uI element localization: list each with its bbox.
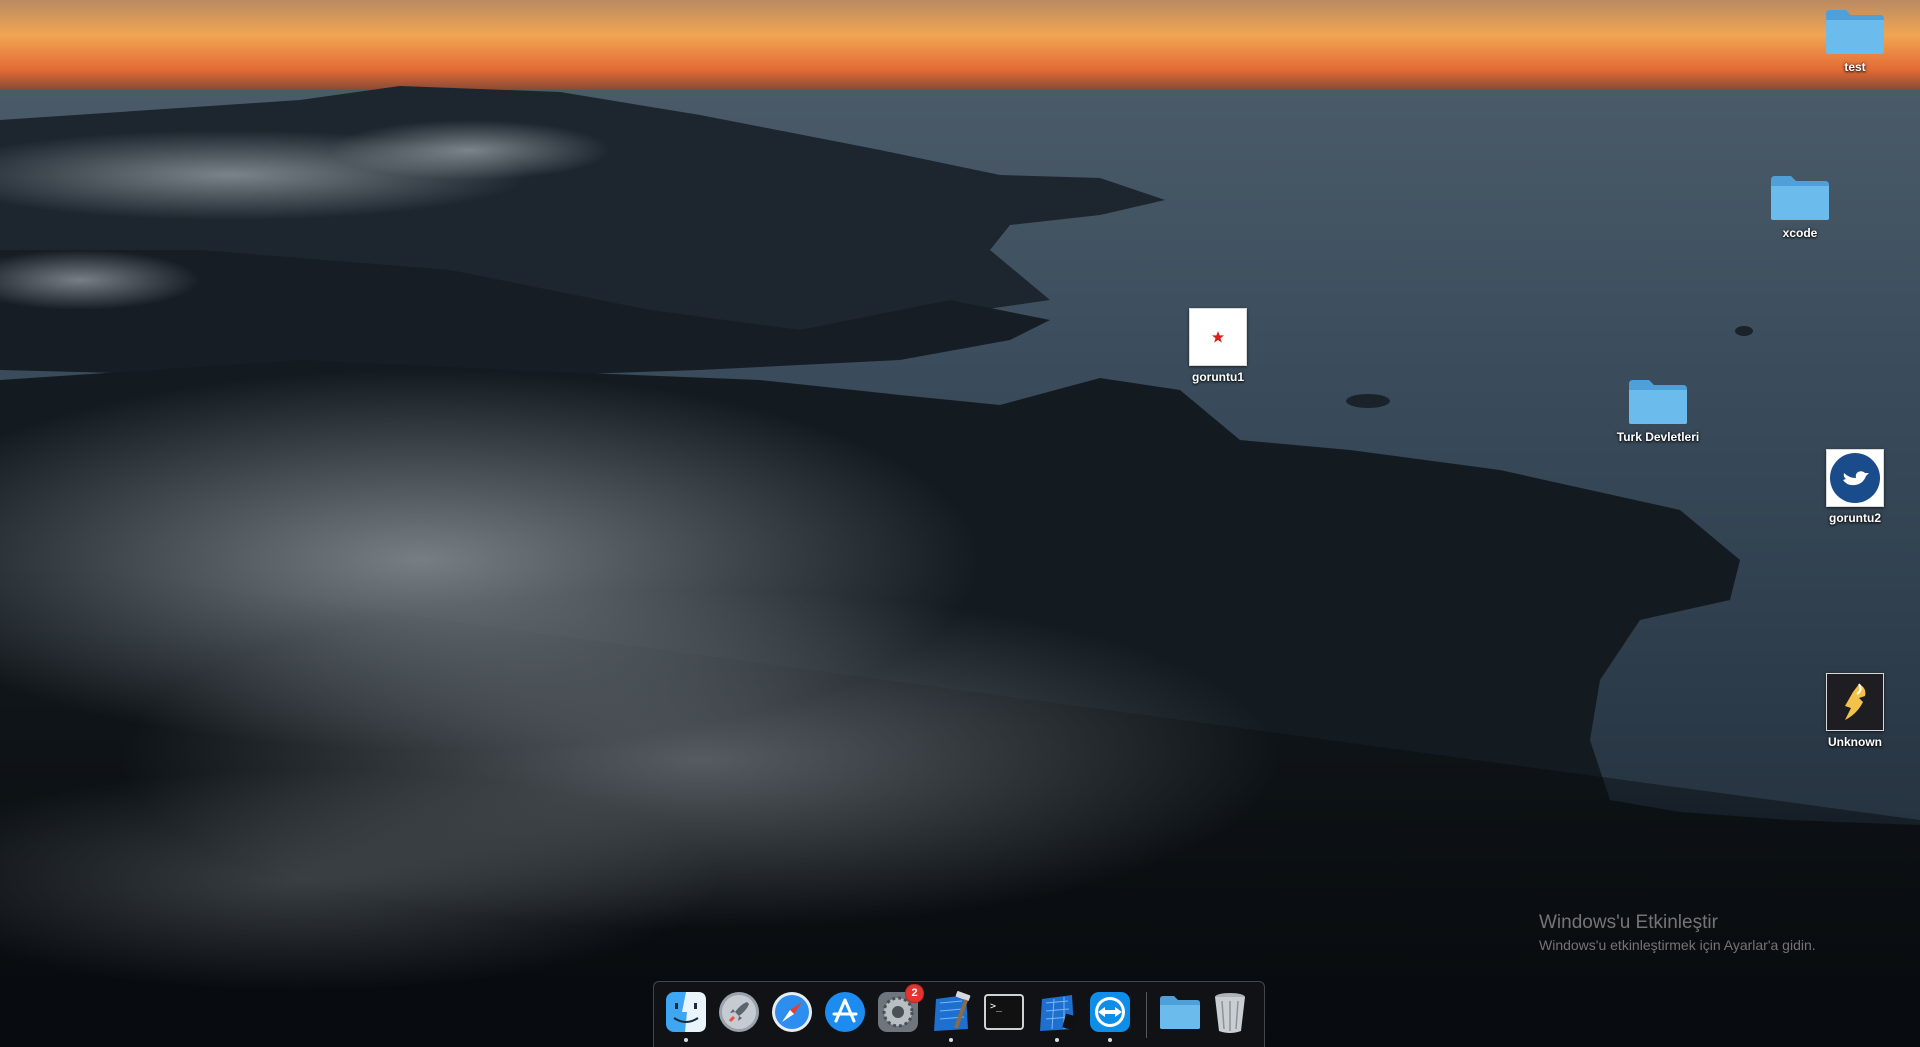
desktop-folder-xcode[interactable]: xcode: [1745, 172, 1855, 240]
bird-logo-icon: [1826, 449, 1884, 507]
teamviewer-icon: [1090, 992, 1130, 1032]
folder-icon: [1771, 176, 1829, 220]
desktop-folder-test[interactable]: test: [1800, 6, 1910, 74]
folder-icon: [1160, 996, 1200, 1029]
dock-item-downloads-folder[interactable]: [1157, 989, 1203, 1035]
desktop-file-goruntu1[interactable]: goruntu1: [1163, 308, 1273, 384]
running-indicator: [949, 1038, 953, 1042]
dock-item-teamviewer[interactable]: [1087, 989, 1133, 1042]
dock-item-terminal[interactable]: >_: [981, 989, 1027, 1035]
trash-icon: [1215, 993, 1245, 1033]
lightning-logo-icon: [1826, 673, 1884, 731]
svg-text:>_: >_: [990, 1001, 1003, 1012]
image-thumbnail-icon: [1189, 308, 1247, 366]
dock-separator: [1146, 992, 1147, 1038]
dock-item-xcode[interactable]: [928, 989, 974, 1042]
desktop-icon-label: test: [1844, 60, 1866, 74]
activation-watermark: Windows'u Etkinleştir Windows'u etkinleş…: [1539, 912, 1816, 953]
desktop-file-unknown[interactable]: Unknown: [1800, 673, 1910, 749]
watermark-subtitle: Windows'u etkinleştirmek için Ayarlar'a …: [1539, 937, 1816, 953]
dock: 2 >_: [653, 981, 1265, 1047]
dock-item-system-preferences[interactable]: 2: [875, 984, 924, 1035]
dock-item-app-store[interactable]: [822, 989, 868, 1035]
compass-icon: [772, 992, 812, 1032]
terminal-icon: >_: [984, 994, 1024, 1030]
desktop-file-goruntu2[interactable]: goruntu2: [1800, 449, 1910, 525]
notification-badge: 2: [905, 984, 924, 1003]
hammer-blueprint-icon: [934, 991, 971, 1031]
app-store-icon: [825, 992, 865, 1032]
rocket-icon: [719, 992, 759, 1032]
dock-item-launchpad[interactable]: [716, 989, 762, 1035]
desktop-icon-label: goruntu1: [1192, 370, 1244, 384]
dock-item-instruments[interactable]: [1034, 989, 1080, 1042]
dock-item-finder[interactable]: [663, 989, 709, 1042]
running-indicator: [1055, 1038, 1059, 1042]
desktop-icon-label: goruntu2: [1829, 511, 1881, 525]
desktop-folder-turk-devletleri[interactable]: Turk Devletleri: [1603, 376, 1713, 444]
dock-item-trash[interactable]: [1207, 989, 1253, 1035]
dock-item-safari[interactable]: [769, 989, 815, 1035]
running-indicator: [684, 1038, 688, 1042]
watermark-title: Windows'u Etkinleştir: [1539, 912, 1718, 933]
desktop-icon-label: Unknown: [1828, 735, 1882, 749]
desktop-wallpaper: [0, 0, 1920, 1047]
desktop-icon-label: xcode: [1782, 226, 1818, 240]
finder-icon: [666, 992, 706, 1032]
running-indicator: [1108, 1038, 1112, 1042]
folder-icon: [1826, 10, 1884, 54]
desktop-icon-label: Turk Devletleri: [1616, 430, 1700, 444]
blueprint-icon: [1040, 995, 1078, 1031]
folder-icon: [1629, 380, 1687, 424]
